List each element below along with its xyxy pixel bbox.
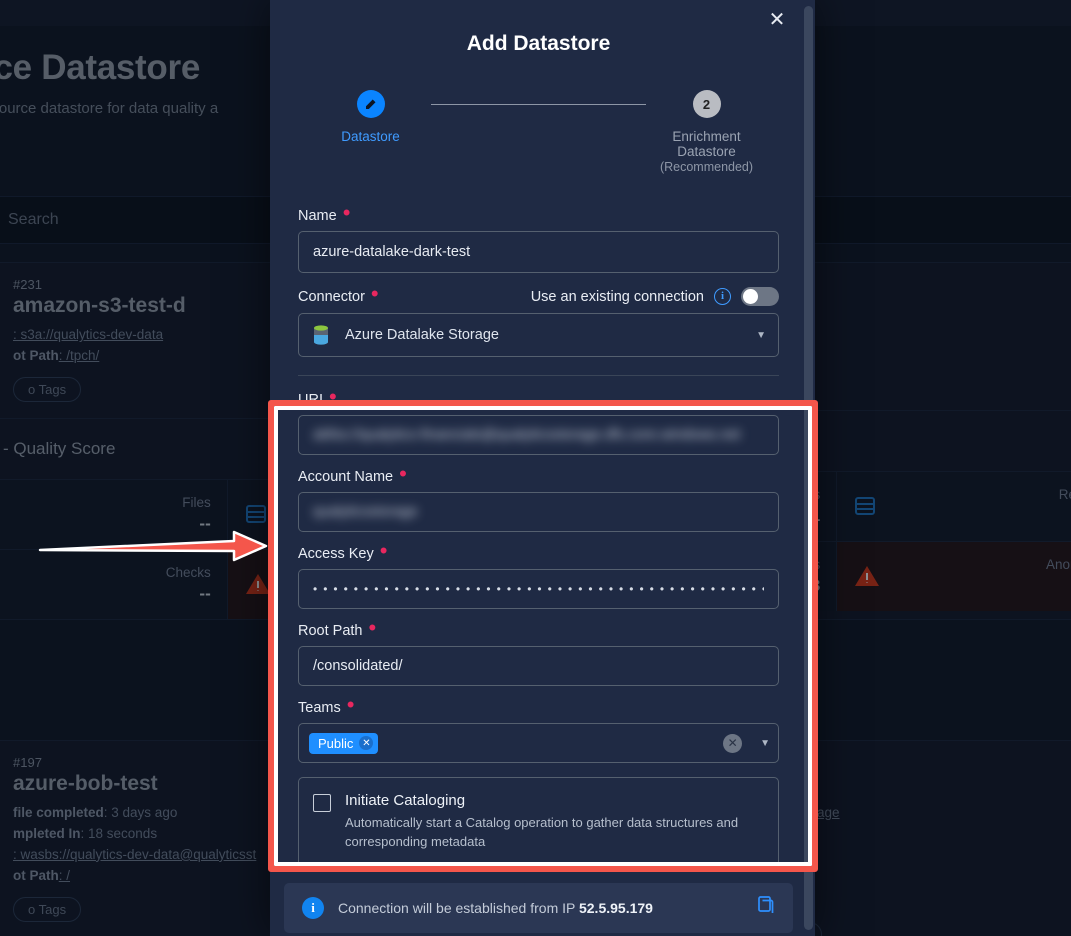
initiate-cataloging-description: Automatically start a Catalog operation … <box>345 815 739 849</box>
uri-input[interactable]: abfss://qualytics-financials@qualyticsst… <box>298 415 779 455</box>
team-chip-label: Public <box>318 735 354 751</box>
ip-notice-bar: i Connection will be established from IP… <box>284 882 793 933</box>
account-name-input[interactable]: qualyticsstorage <box>298 492 779 532</box>
existing-connection-label: Use an existing connection <box>530 288 704 305</box>
step-2-label: Enrichment Datastore <box>672 129 741 159</box>
ip-notice-text: Connection will be established from IP 5… <box>338 900 653 916</box>
field-account-name: Account Name • qualyticsstorage <box>298 461 779 532</box>
account-name-label: Account Name • <box>298 461 407 486</box>
account-name-value: qualyticsstorage <box>313 504 418 520</box>
field-name: Name • azure-datalake-dark-test <box>298 200 779 273</box>
stepper-connector <box>431 104 646 105</box>
step-1-label: Datastore <box>341 129 400 144</box>
step-2-sublabel: (Recommended) <box>659 160 754 174</box>
teams-select[interactable]: Public ✕ ✕ ▼ <box>298 723 779 763</box>
step-1-bubble <box>356 90 385 118</box>
team-chip[interactable]: Public ✕ <box>309 732 379 754</box>
screen: ource Datastore ect to a source datastor… <box>0 0 1071 936</box>
name-input[interactable]: azure-datalake-dark-test <box>298 231 779 273</box>
ip-address: 52.5.95.179 <box>578 899 653 916</box>
chevron-down-icon[interactable]: ▼ <box>760 738 770 749</box>
stepper: Datastore 2 Enrichment Datastore (Recomm… <box>270 90 807 174</box>
access-key-label: Access Key • <box>298 538 388 563</box>
field-uri: URI • abfss://qualytics-financials@qualy… <box>298 384 779 455</box>
initiate-cataloging-title: Initiate Cataloging <box>345 792 466 809</box>
name-label: Name • <box>298 200 351 225</box>
field-access-key: Access Key • •••••••••••••••••••••••••••… <box>298 538 779 609</box>
field-teams: Teams • Public ✕ ✕ ▼ <box>298 692 779 763</box>
close-icon[interactable]: ✕ <box>765 8 789 32</box>
modal-scrollbar[interactable] <box>804 6 813 930</box>
step-datastore[interactable]: Datastore <box>310 90 431 144</box>
info-icon[interactable]: i <box>714 288 731 305</box>
close-icon[interactable]: ✕ <box>359 736 374 750</box>
arrow-annotation <box>38 530 268 562</box>
field-root-path: Root Path • /consolidated/ <box>298 615 779 686</box>
uri-value: abfss://qualytics-financials@qualyticsst… <box>313 427 741 443</box>
modal-title: Add Datastore <box>466 32 611 55</box>
access-key-value: ••••••••••••••••••••••••••••••••••••••••… <box>313 582 764 596</box>
teams-label: Teams • <box>298 692 355 717</box>
step-enrichment[interactable]: 2 Enrichment Datastore (Recommended) <box>646 90 767 174</box>
initiate-cataloging-checkbox[interactable] <box>313 794 331 812</box>
pencil-icon <box>366 98 376 109</box>
clear-icon[interactable]: ✕ <box>723 733 743 753</box>
connector-value: Azure Datalake Storage <box>345 327 499 343</box>
step-2-bubble: 2 <box>692 90 721 118</box>
azure-datalake-icon <box>314 325 328 345</box>
root-path-label: Root Path • <box>298 615 377 640</box>
ip-notice-prefix: Connection will be established from IP <box>338 899 576 916</box>
copy-icon[interactable] <box>758 895 775 920</box>
add-datastore-modal: ✕ Add Datastore Datastore 2 Enrichment D… <box>270 0 815 936</box>
initiate-cataloging-box[interactable]: Initiate Cataloging Automatically start … <box>298 777 779 869</box>
add-datastore-form: Name • azure-datalake-dark-test Connecto… <box>270 174 807 869</box>
connector-select[interactable]: Azure Datalake Storage ▼ <box>298 313 779 357</box>
info-icon: i <box>302 896 324 919</box>
chevron-down-icon[interactable]: ▼ <box>756 330 766 341</box>
root-path-input[interactable]: /consolidated/ <box>298 646 779 686</box>
field-connector: Connector • Use an existing connection i <box>298 280 779 357</box>
connector-label: Connector • <box>298 280 379 306</box>
access-key-input[interactable]: ••••••••••••••••••••••••••••••••••••••••… <box>298 569 779 609</box>
form-divider <box>298 375 779 376</box>
existing-connection-toggle[interactable] <box>741 287 779 306</box>
uri-label: URI • <box>298 384 337 409</box>
